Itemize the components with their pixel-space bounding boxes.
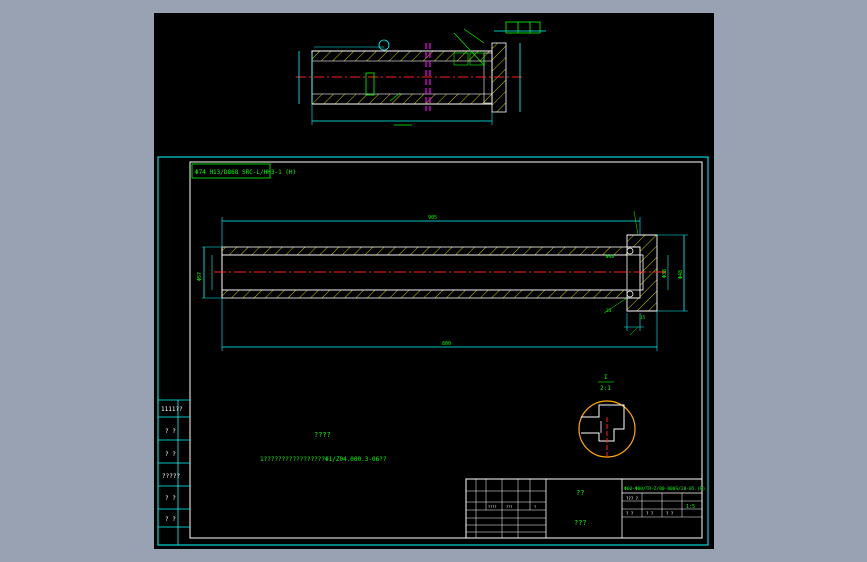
dim-bottom-text: 800 [442, 341, 451, 347]
main-view: 905 800 Φ57 Φ48 Φ38 15 33 Φ48 [197, 210, 688, 351]
notes-title: ???? [314, 431, 331, 439]
tb-row-label-3: ? ? [666, 511, 674, 516]
tb-row-label-0: ??? ? [626, 496, 639, 501]
main-tube-wall-upper [221, 246, 628, 256]
cad-drawing: Φ74 H13/D868 SRC-L/HH3-1 (H) 1111?? ? ? … [157, 21, 709, 546]
left-col-item-4: ? ? [165, 495, 176, 502]
drawing-canvas[interactable]: Φ74 H13/D868 SRC-L/HH3-1 (H) 1111?? ? ? … [154, 13, 714, 549]
tb-center-top: ?? [576, 489, 584, 497]
notes-line: 1?????????????????Φ1/Z04.000.3-06?? [260, 456, 387, 463]
dim-bore-text: Φ48 [606, 254, 614, 260]
top-tube-wall-upper [311, 50, 493, 62]
tb-row-label-1: ? ? [626, 511, 634, 516]
inner-frame [189, 161, 703, 539]
left-column: 1111?? ? ? ? ? ????? ? ? ? ? [158, 399, 190, 545]
top-view [296, 21, 546, 126]
top-datum-circle [378, 39, 390, 51]
left-col-item-5: ? ? [165, 516, 176, 523]
tb-scale: 1:5 [686, 504, 695, 510]
detail-label-top: I [604, 374, 608, 381]
dim-small-text: 15 [640, 315, 646, 321]
tb-left-grid-2: ? [534, 505, 536, 509]
tb-left-grid-1: ??? [506, 505, 512, 509]
title-block: ???? ??? ? ?? ??? Φ60-Φ00/TR-Z/00-800S/2… [465, 478, 705, 539]
tb-row-label-2: ? ? [646, 511, 654, 516]
tb-drawing-number: Φ60-Φ00/TR-Z/00-800S/20-05.(R) [624, 486, 705, 492]
dim-left-text: Φ57 [197, 272, 203, 281]
left-col-item-1: ? ? [165, 428, 176, 435]
dim-top-text: 905 [428, 215, 437, 221]
top-note-box [365, 72, 375, 96]
left-col-item-2: ? ? [165, 451, 176, 458]
tb-left-grid-0: ???? [488, 505, 496, 509]
main-weld-upper [626, 247, 634, 255]
left-col-item-3: ????? [162, 473, 180, 480]
main-flange [626, 234, 658, 312]
main-tube-wall-lower [221, 289, 628, 299]
left-col-item-0: 1111?? [161, 406, 183, 413]
detail-label-scale: 2:1 [600, 385, 611, 392]
header-note: Φ74 H13/D868 SRC-L/HH3-1 (H) [195, 169, 296, 176]
dim-right-text: Φ48 [678, 270, 684, 279]
top-tube-wall-lower [311, 93, 493, 105]
main-weld-lower [626, 290, 634, 298]
detail-view: I 2:1 [578, 374, 636, 458]
dim-inner-right-text: Φ38 [662, 269, 668, 278]
tb-center-bottom: ??? [574, 519, 587, 527]
detail-profile [581, 404, 625, 442]
